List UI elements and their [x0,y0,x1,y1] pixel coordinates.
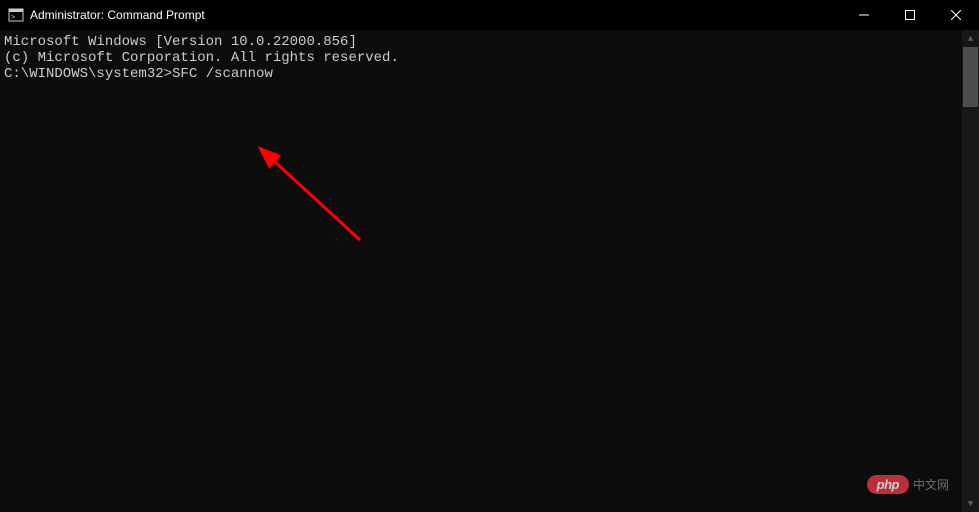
minimize-button[interactable] [841,0,887,30]
text-cursor [273,66,281,81]
terminal-output-line: Microsoft Windows [Version 10.0.22000.85… [4,34,975,50]
scroll-up-arrow-icon[interactable]: ▲ [962,30,979,47]
titlebar-left: >_ Administrator: Command Prompt [8,7,205,23]
terminal-prompt-line: C:\WINDOWS\system32>SFC /scannow [4,66,975,82]
watermark: php 中文网 [867,475,949,494]
red-arrow-annotation [250,140,390,260]
app-icon: >_ [8,7,24,23]
prompt-text: C:\WINDOWS\system32> [4,66,172,82]
window-title: Administrator: Command Prompt [30,8,205,22]
command-prompt-window: >_ Administrator: Command Prompt Microso… [0,0,979,512]
scrollbar-thumb[interactable] [963,47,978,107]
svg-text:>_: >_ [11,13,20,21]
close-button[interactable] [933,0,979,30]
terminal-output-line: (c) Microsoft Corporation. All rights re… [4,50,975,66]
watermark-badge: php [867,475,909,494]
command-input[interactable]: SFC /scannow [172,66,273,82]
window-controls [841,0,979,30]
terminal-body[interactable]: Microsoft Windows [Version 10.0.22000.85… [0,30,979,512]
maximize-button[interactable] [887,0,933,30]
titlebar[interactable]: >_ Administrator: Command Prompt [0,0,979,30]
vertical-scrollbar[interactable]: ▲ ▼ [962,30,979,512]
watermark-text: 中文网 [913,476,949,493]
scroll-down-arrow-icon[interactable]: ▼ [962,495,979,512]
